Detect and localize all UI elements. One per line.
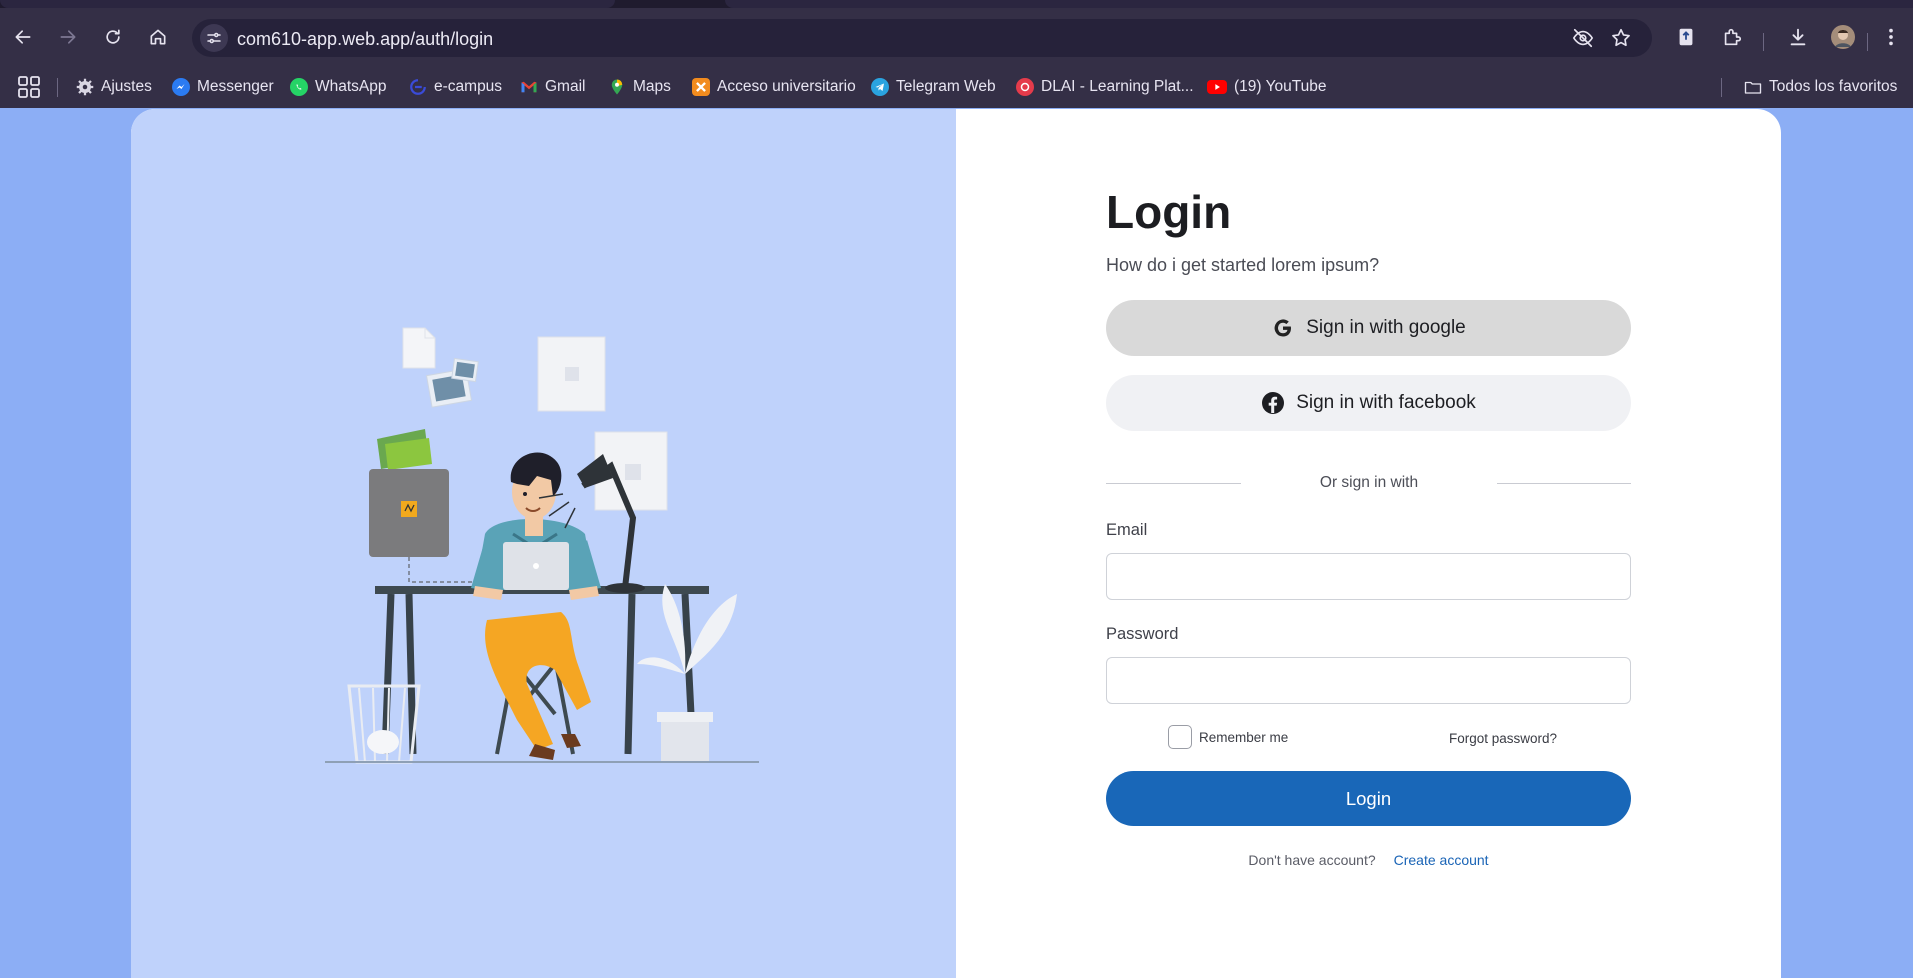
messenger-icon	[172, 78, 190, 96]
bookmark-ecampus[interactable]: e-campus	[409, 75, 502, 99]
whatsapp-icon	[290, 78, 308, 96]
person-at-desk-illustration	[325, 327, 759, 764]
xampp-icon	[692, 78, 710, 96]
bookmark-acceso-universitario[interactable]: Acceso universitario	[692, 75, 856, 99]
scrollbar[interactable]	[1903, 108, 1913, 978]
bookmark-telegram[interactable]: Telegram Web	[871, 75, 996, 99]
star-icon	[1612, 28, 1630, 47]
reload-button[interactable]	[97, 21, 129, 53]
url-text[interactable]: com610-app.web.app/auth/login	[237, 29, 493, 50]
google-signin-button[interactable]: Sign in with google	[1106, 300, 1631, 356]
facebook-signin-button[interactable]: Sign in with facebook	[1106, 375, 1631, 431]
arrow-left-icon	[15, 30, 31, 44]
remember-me-checkbox[interactable]: Remember me	[1168, 725, 1288, 749]
bookmark-youtube[interactable]: (19) YouTube	[1207, 75, 1327, 99]
download-icon	[1790, 28, 1806, 46]
signup-prompt: Don't have account? Create account	[1106, 852, 1631, 868]
home-button[interactable]	[142, 21, 174, 53]
bookmarks-bar: Ajustes Messenger WhatsApp e-campus Gmai…	[0, 66, 1913, 108]
tune-icon	[207, 32, 221, 44]
tab-inactive[interactable]	[725, 0, 1913, 8]
bookmark-label: Maps	[633, 78, 671, 95]
apps-grid-icon[interactable]	[18, 76, 40, 98]
home-icon	[150, 29, 166, 45]
password-label: Password	[1106, 625, 1179, 643]
tab-strip	[0, 0, 1913, 8]
bookmark-label: e-campus	[434, 78, 503, 95]
address-bar[interactable]: com610-app.web.app/auth/login	[192, 19, 1652, 57]
profile-button[interactable]	[1830, 24, 1856, 50]
browser-toolbar: com610-app.web.app/auth/login	[0, 8, 1913, 66]
youtube-icon	[1207, 80, 1227, 94]
all-bookmarks-label: Todos los favoritos	[1769, 78, 1898, 95]
bookmark-star-button[interactable]	[1610, 27, 1632, 49]
google-signin-label: Sign in with google	[1306, 317, 1466, 338]
bookmark-label: Gmail	[545, 78, 586, 95]
bookmark-label: Telegram Web	[896, 78, 996, 95]
password-field[interactable]	[1106, 657, 1631, 704]
downloads-button[interactable]	[1785, 24, 1811, 50]
folder-icon	[1744, 78, 1762, 96]
gmail-icon	[520, 78, 538, 96]
extension-button[interactable]	[1673, 24, 1699, 50]
create-account-link[interactable]: Create account	[1394, 852, 1489, 868]
maps-icon	[608, 78, 626, 96]
email-label: Email	[1106, 521, 1148, 539]
bookmark-whatsapp[interactable]: WhatsApp	[290, 75, 387, 99]
toolbar-divider	[1867, 33, 1868, 51]
extension-page-icon	[1679, 28, 1693, 46]
bookmark-maps[interactable]: Maps	[608, 75, 671, 99]
back-button[interactable]	[7, 21, 39, 53]
page-viewport: Login How do i get started lorem ipsum? …	[0, 108, 1913, 978]
divider-line	[1497, 483, 1631, 484]
bookmark-messenger[interactable]: Messenger	[172, 75, 274, 99]
extensions-menu-button[interactable]	[1719, 24, 1745, 50]
tracking-protection-button[interactable]	[1572, 27, 1594, 49]
all-bookmarks-folder[interactable]: Todos los favoritos	[1744, 75, 1897, 99]
toolbar-divider	[1763, 33, 1764, 51]
site-info-button[interactable]	[200, 24, 228, 52]
bookmarks-divider	[57, 78, 58, 97]
browser-menu-button[interactable]	[1878, 24, 1904, 50]
more-vertical-icon	[1889, 28, 1893, 46]
bookmark-ajustes[interactable]: Ajustes	[76, 75, 152, 99]
login-button[interactable]: Login	[1106, 771, 1631, 826]
forgot-password-link[interactable]: Forgot password?	[1449, 731, 1557, 746]
ecampus-icon	[409, 78, 427, 96]
bookmark-label: Messenger	[197, 78, 274, 95]
bookmark-label: Acceso universitario	[717, 78, 856, 95]
arrow-right-icon	[60, 30, 76, 44]
no-account-text: Don't have account?	[1248, 852, 1376, 868]
tab-inactive[interactable]	[0, 0, 615, 8]
bookmark-dlai[interactable]: DLAI - Learning Plat...	[1016, 75, 1194, 99]
puzzle-icon	[1724, 28, 1742, 46]
eye-off-icon	[1572, 28, 1594, 48]
dlai-icon	[1016, 78, 1034, 96]
facebook-icon	[1262, 392, 1285, 414]
remember-me-label: Remember me	[1199, 729, 1289, 745]
reload-icon	[106, 29, 120, 44]
facebook-signin-label: Sign in with facebook	[1296, 392, 1476, 413]
bookmark-label: Ajustes	[101, 78, 152, 95]
email-field[interactable]	[1106, 553, 1631, 600]
page-subtitle: How do i get started lorem ipsum?	[1106, 255, 1380, 275]
bookmark-label: WhatsApp	[315, 78, 387, 95]
avatar	[1831, 25, 1855, 49]
bookmarks-divider	[1721, 78, 1722, 97]
gear-icon	[76, 78, 94, 96]
forward-button[interactable]	[52, 21, 84, 53]
bookmark-label: DLAI - Learning Plat...	[1041, 78, 1194, 95]
telegram-icon	[871, 78, 889, 96]
divider-text: Or sign in with	[1319, 474, 1419, 491]
illustration-panel	[131, 109, 956, 978]
bookmark-gmail[interactable]: Gmail	[520, 75, 585, 99]
divider-line	[1106, 483, 1241, 484]
login-card: Login How do i get started lorem ipsum? …	[131, 109, 1781, 978]
checkbox-box[interactable]	[1168, 725, 1192, 749]
bookmark-label: (19) YouTube	[1234, 78, 1327, 95]
google-icon	[1274, 319, 1292, 337]
page-title: Login	[1106, 186, 1232, 238]
